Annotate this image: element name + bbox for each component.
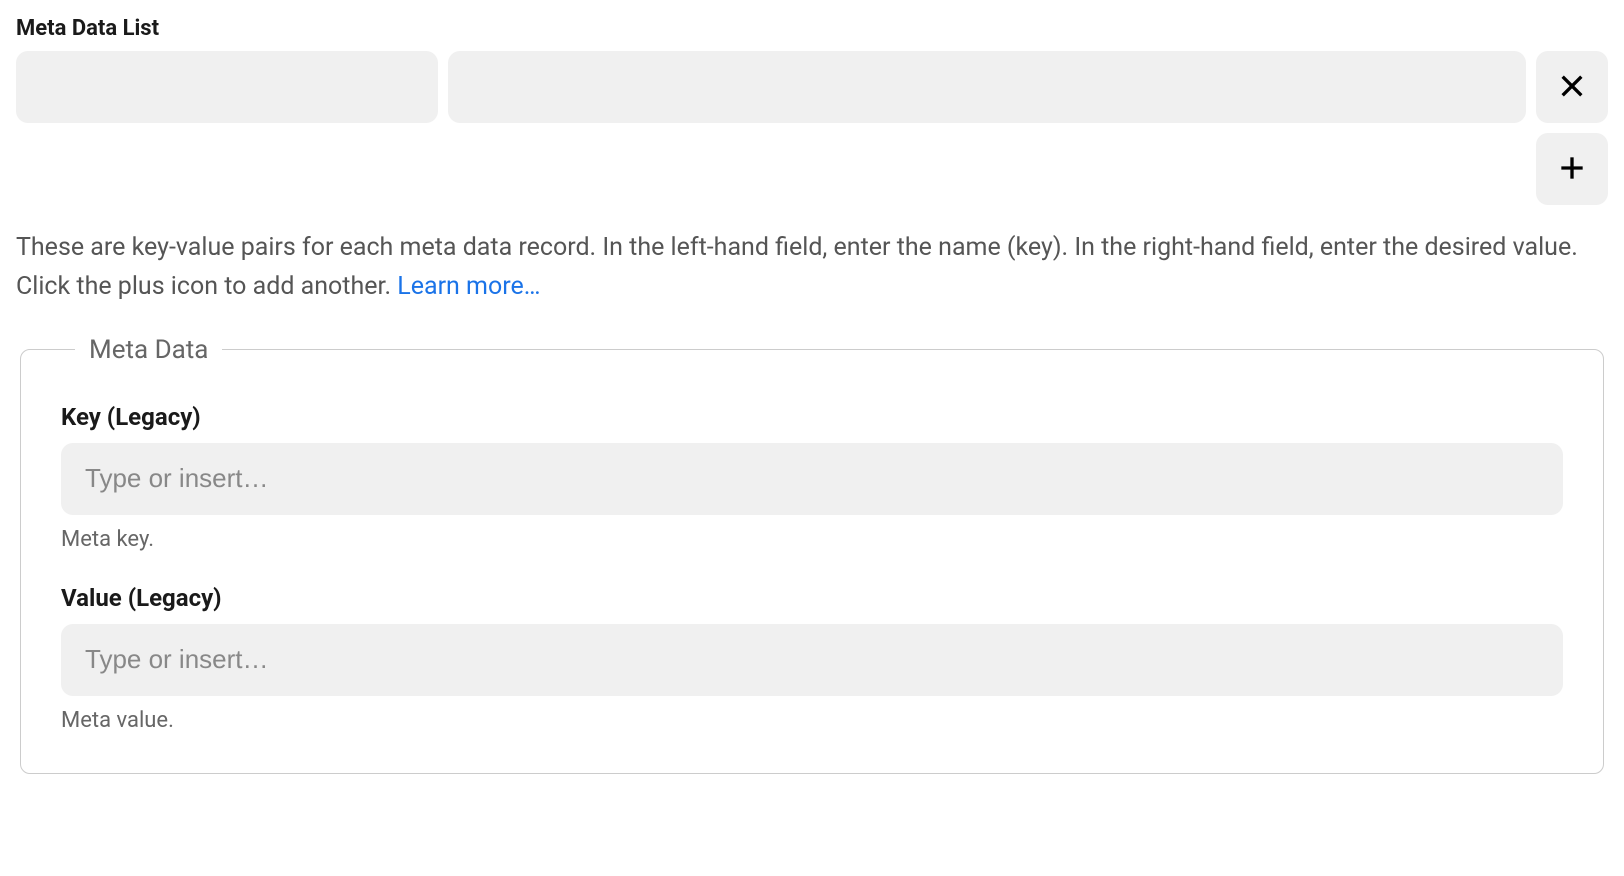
value-label: Value (Legacy) (61, 584, 1563, 612)
description-body: These are key-value pairs for each meta … (16, 233, 1578, 301)
add-row-button[interactable] (1536, 133, 1608, 205)
key-field-block: Key (Legacy) Meta key. (61, 403, 1563, 552)
fieldset-legend: Meta Data (75, 335, 222, 365)
remove-row-button[interactable] (1536, 51, 1608, 123)
meta-data-list-row (16, 51, 1608, 123)
value-field-block: Value (Legacy) Meta value. (61, 584, 1563, 733)
section-title: Meta Data List (16, 16, 1608, 41)
learn-more-link[interactable]: Learn more… (397, 272, 540, 301)
value-helper-text: Meta value. (61, 708, 1563, 733)
key-legacy-input[interactable] (61, 443, 1563, 515)
add-row-container (16, 133, 1608, 205)
key-helper-text: Meta key. (61, 527, 1563, 552)
meta-key-input[interactable] (16, 51, 438, 123)
key-label: Key (Legacy) (61, 403, 1563, 431)
meta-data-fieldset: Meta Data Key (Legacy) Meta key. Value (… (20, 335, 1604, 774)
close-icon (1556, 70, 1588, 105)
description-text: These are key-value pairs for each meta … (16, 229, 1608, 307)
meta-value-input[interactable] (448, 51, 1526, 123)
value-legacy-input[interactable] (61, 624, 1563, 696)
plus-icon (1556, 152, 1588, 187)
